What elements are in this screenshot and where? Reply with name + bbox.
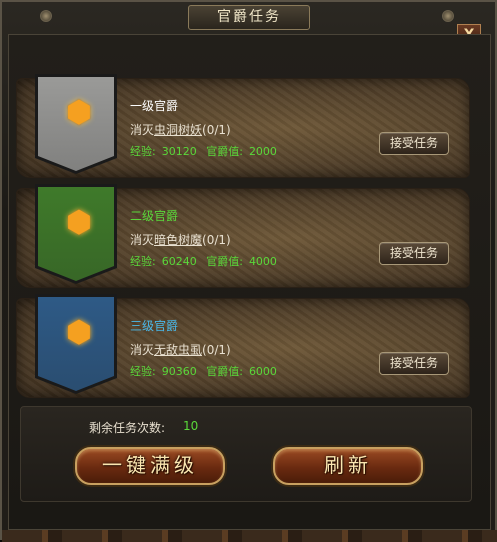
- dragon-emblem-icon: ⬢: [65, 205, 93, 240]
- rank-title: 二级官爵: [130, 209, 179, 223]
- exp-value: 60240: [161, 255, 197, 268]
- refresh-button[interactable]: 刷新: [273, 447, 423, 485]
- rank-banner: ⬢: [35, 74, 117, 174]
- remaining-count-value: 10: [183, 419, 199, 433]
- dragon-emblem-icon: ⬢: [65, 95, 93, 130]
- rank-points-value: 4000: [248, 255, 277, 268]
- task-target-link[interactable]: 暗色树魔: [154, 233, 202, 247]
- exp-value: 30120: [161, 145, 197, 158]
- remaining-count-label: 剩余任务次数:: [89, 421, 166, 435]
- rank-title: 三级官爵: [130, 319, 179, 333]
- rivet-icon: [40, 10, 52, 22]
- task-verb: 消灭: [130, 123, 155, 137]
- rank-points-value: 2000: [248, 145, 277, 158]
- window-title: 官爵任务: [188, 5, 310, 30]
- rank-banner: ⬢: [35, 294, 117, 394]
- task-window: 官爵任务 X ⬢ 一级官爵 消灭虫洞树妖(0/1) 经验:30120 官爵值:2…: [0, 0, 497, 542]
- task-target-link[interactable]: 虫洞树妖: [154, 123, 202, 137]
- task-progress: (0/1): [202, 123, 231, 137]
- rank-points-label: 官爵值:: [206, 145, 243, 158]
- task-target-link[interactable]: 无敌虫虱: [154, 343, 202, 357]
- accept-task-button[interactable]: 接受任务: [379, 132, 449, 155]
- exp-label: 经验:: [130, 145, 156, 158]
- footer-panel: 剩余任务次数: 10 一键满级 刷新: [20, 406, 472, 502]
- task-card: ⬢ 三级官爵 消灭无敌虫虱(0/1) 经验: 90360 官爵值: 6000 接受任…: [16, 294, 470, 398]
- bottom-decoration: [2, 530, 497, 542]
- task-card: ⬢ 一级官爵 消灭虫洞树妖(0/1) 经验: 30120 官爵值: 2000 接受任…: [16, 74, 470, 178]
- task-rewards: 经验: 30120 官爵值: 2000: [130, 143, 283, 159]
- task-objective: 消灭暗色树魔(0/1): [130, 231, 231, 248]
- rank-title: 一级官爵: [130, 99, 179, 113]
- task-rewards: 经验: 90360 官爵值: 6000: [130, 363, 283, 379]
- task-progress: (0/1): [202, 343, 231, 357]
- dragon-emblem-icon: ⬢: [65, 315, 93, 350]
- rank-banner: ⬢: [35, 184, 117, 284]
- task-verb: 消灭: [130, 233, 155, 247]
- task-verb: 消灭: [130, 343, 155, 357]
- rank-points-value: 6000: [248, 365, 277, 378]
- task-card: ⬢ 二级官爵 消灭暗色树魔(0/1) 经验: 60240 官爵值: 4000 接受任…: [16, 184, 470, 288]
- rank-points-label: 官爵值:: [206, 365, 243, 378]
- task-progress: (0/1): [202, 233, 231, 247]
- rivet-icon: [442, 10, 454, 22]
- task-objective: 消灭虫洞树妖(0/1): [130, 121, 231, 138]
- accept-task-button[interactable]: 接受任务: [379, 242, 449, 265]
- task-rewards: 经验: 60240 官爵值: 4000: [130, 253, 283, 269]
- max-level-button[interactable]: 一键满级: [75, 447, 225, 485]
- task-objective: 消灭无敌虫虱(0/1): [130, 341, 231, 358]
- exp-value: 90360: [161, 365, 197, 378]
- accept-task-button[interactable]: 接受任务: [379, 352, 449, 375]
- exp-label: 经验:: [130, 255, 156, 268]
- exp-label: 经验:: [130, 365, 156, 378]
- rank-points-label: 官爵值:: [206, 255, 243, 268]
